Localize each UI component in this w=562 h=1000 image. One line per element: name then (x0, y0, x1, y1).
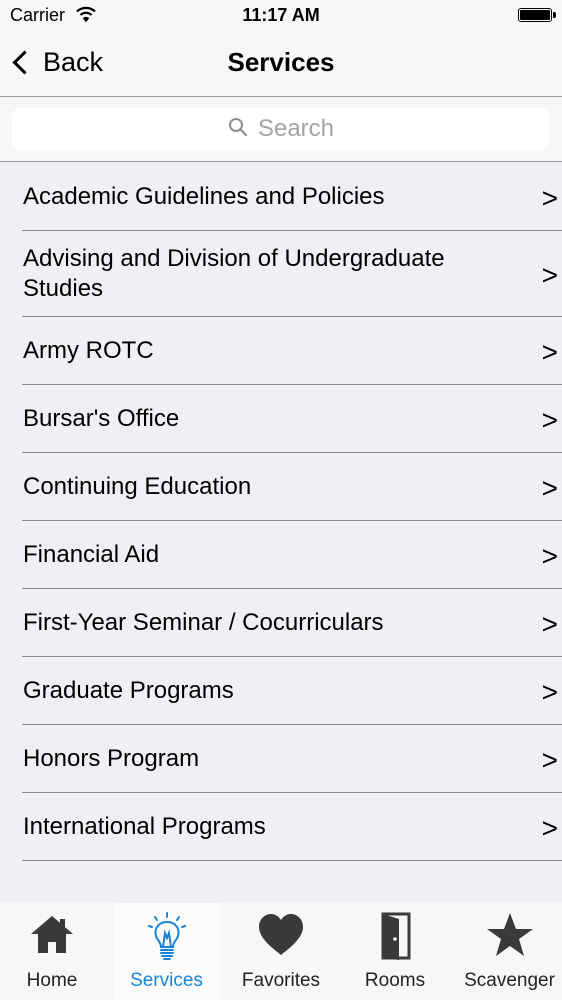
battery-icon (518, 8, 556, 22)
disclosure-arrow: > (541, 182, 558, 214)
tab-label: Favorites (241, 970, 321, 991)
search-icon (228, 117, 248, 142)
list-item[interactable]: Graduate Programs > (0, 657, 562, 725)
tab-home[interactable]: Home (0, 903, 104, 1000)
tab-label: Home (26, 970, 78, 991)
list-item[interactable]: International Programs > (0, 793, 562, 861)
tab-scavenger[interactable]: Scavenger (457, 903, 562, 1000)
tab-favorites[interactable]: Favorites (229, 903, 333, 1000)
disclosure-arrow: > (541, 608, 558, 640)
list-item-label: Advising and Division of Undergraduate S… (23, 245, 445, 302)
house-icon (28, 911, 76, 964)
services-list: Academic Guidelines and Policies > Advis… (0, 163, 562, 861)
page-title: Services (227, 47, 335, 77)
status-bar: Carrier 11:17 AM (0, 0, 562, 30)
search-input[interactable]: Search (12, 108, 550, 150)
navigation-bar: Back Services (0, 30, 562, 97)
disclosure-arrow: > (541, 404, 558, 436)
list-item[interactable]: Advising and Division of Undergraduate S… (0, 231, 562, 317)
list-item-label: Academic Guidelines and Policies (23, 183, 385, 210)
list-item-label: International Programs (23, 813, 266, 840)
disclosure-arrow: > (541, 540, 558, 572)
list-item[interactable]: Honors Program > (0, 725, 562, 793)
list-item-label: First-Year Seminar / Cocurriculars (23, 609, 384, 636)
list-item[interactable]: Bursar's Office > (0, 385, 562, 453)
tab-bar: Home Services Favorites Rooms Scavenger (0, 903, 562, 1000)
list-item[interactable]: Army ROTC > (0, 317, 562, 385)
list-item-label: Financial Aid (23, 541, 160, 568)
disclosure-arrow: > (541, 676, 558, 708)
list-item-label: Army ROTC (23, 337, 154, 364)
disclosure-arrow: > (541, 259, 558, 291)
disclosure-arrow: > (541, 744, 558, 776)
list-item[interactable]: Continuing Education > (0, 453, 562, 521)
tab-label: Rooms (364, 970, 426, 991)
tab-rooms[interactable]: Rooms (343, 903, 447, 1000)
disclosure-arrow: > (541, 472, 558, 504)
tab-label: Services (130, 970, 203, 991)
list-item[interactable]: Academic Guidelines and Policies > (0, 163, 562, 231)
search-bar: Search (0, 97, 562, 162)
search-placeholder: Search (257, 115, 335, 142)
list-item[interactable]: Financial Aid > (0, 521, 562, 589)
list-item[interactable]: First-Year Seminar / Cocurriculars > (0, 589, 562, 657)
tab-label: Scavenger (464, 970, 555, 991)
status-time: 11:17 AM (242, 5, 320, 25)
tab-services[interactable]: Services (114, 903, 219, 1000)
list-item-label: Bursar's Office (23, 405, 180, 432)
door-icon (375, 911, 415, 966)
list-item-label: Graduate Programs (23, 677, 234, 704)
lightbulb-icon (143, 911, 191, 968)
heart-icon (256, 911, 306, 964)
list-item-label: Continuing Education (23, 473, 252, 500)
list-item-label: Honors Program (23, 745, 200, 772)
star-icon (485, 911, 535, 964)
disclosure-arrow: > (541, 812, 558, 844)
disclosure-arrow: > (541, 336, 558, 368)
